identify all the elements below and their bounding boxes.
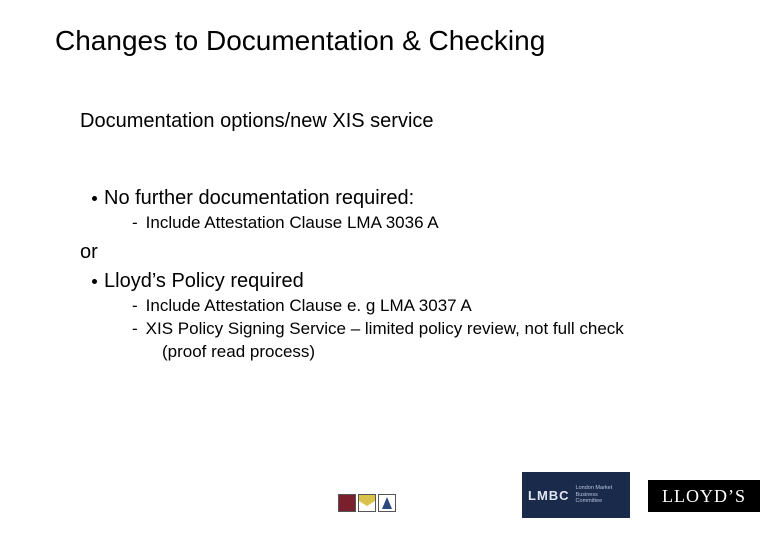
bullet-dot-icon xyxy=(92,279,97,284)
slide-subtitle: Documentation options/new XIS service xyxy=(80,110,434,133)
slide: Changes to Documentation & Checking Docu… xyxy=(0,0,780,540)
bullet-1-text: No further documentation required: xyxy=(104,185,414,212)
dash-icon: - xyxy=(132,212,138,235)
lloyds-logo: LLOYD’S xyxy=(648,480,760,512)
bullet-dot-icon xyxy=(92,196,97,201)
bullet-2-text: Lloyd’s Policy required xyxy=(104,268,304,295)
slide-body: No further documentation required: - Inc… xyxy=(80,185,740,364)
bullet-2-sub-2-text: XIS Policy Signing Service – limited pol… xyxy=(146,318,624,341)
lmbc-logo-tagline: London Market Business Committee xyxy=(576,485,624,506)
bullet-2-sub-1: - Include Attestation Clause e. g LMA 30… xyxy=(132,295,740,318)
dash-icon: - xyxy=(132,295,138,318)
logo-bar: LMBC London Market Business Committee LL… xyxy=(0,466,780,518)
connector-or: or xyxy=(80,239,740,266)
lmbc-logo-label: LMBC xyxy=(528,489,570,502)
logo-square-triangle-icon xyxy=(378,494,396,512)
bullet-2-sub-1-text: Include Attestation Clause e. g LMA 3037… xyxy=(146,295,472,318)
bullet-2: Lloyd’s Policy required xyxy=(92,268,740,295)
bullet-1: No further documentation required: xyxy=(92,185,740,212)
logo-square-maroon-icon xyxy=(338,494,356,512)
dash-icon: - xyxy=(132,318,138,341)
bullet-1-sub-1-text: Include Attestation Clause LMA 3036 A xyxy=(146,212,439,235)
lloyds-logo-text: LLOYD’S xyxy=(662,486,746,507)
lmbc-logo: LMBC London Market Business Committee xyxy=(522,472,630,518)
bullet-2-sub-2: - XIS Policy Signing Service – limited p… xyxy=(132,318,740,341)
logo-square-gold-icon xyxy=(358,494,376,512)
geometric-logo xyxy=(338,494,396,512)
slide-title: Changes to Documentation & Checking xyxy=(55,25,545,57)
bullet-2-sub-2-cont: (proof read process) xyxy=(162,341,740,364)
bullet-1-sub-1: - Include Attestation Clause LMA 3036 A xyxy=(132,212,740,235)
